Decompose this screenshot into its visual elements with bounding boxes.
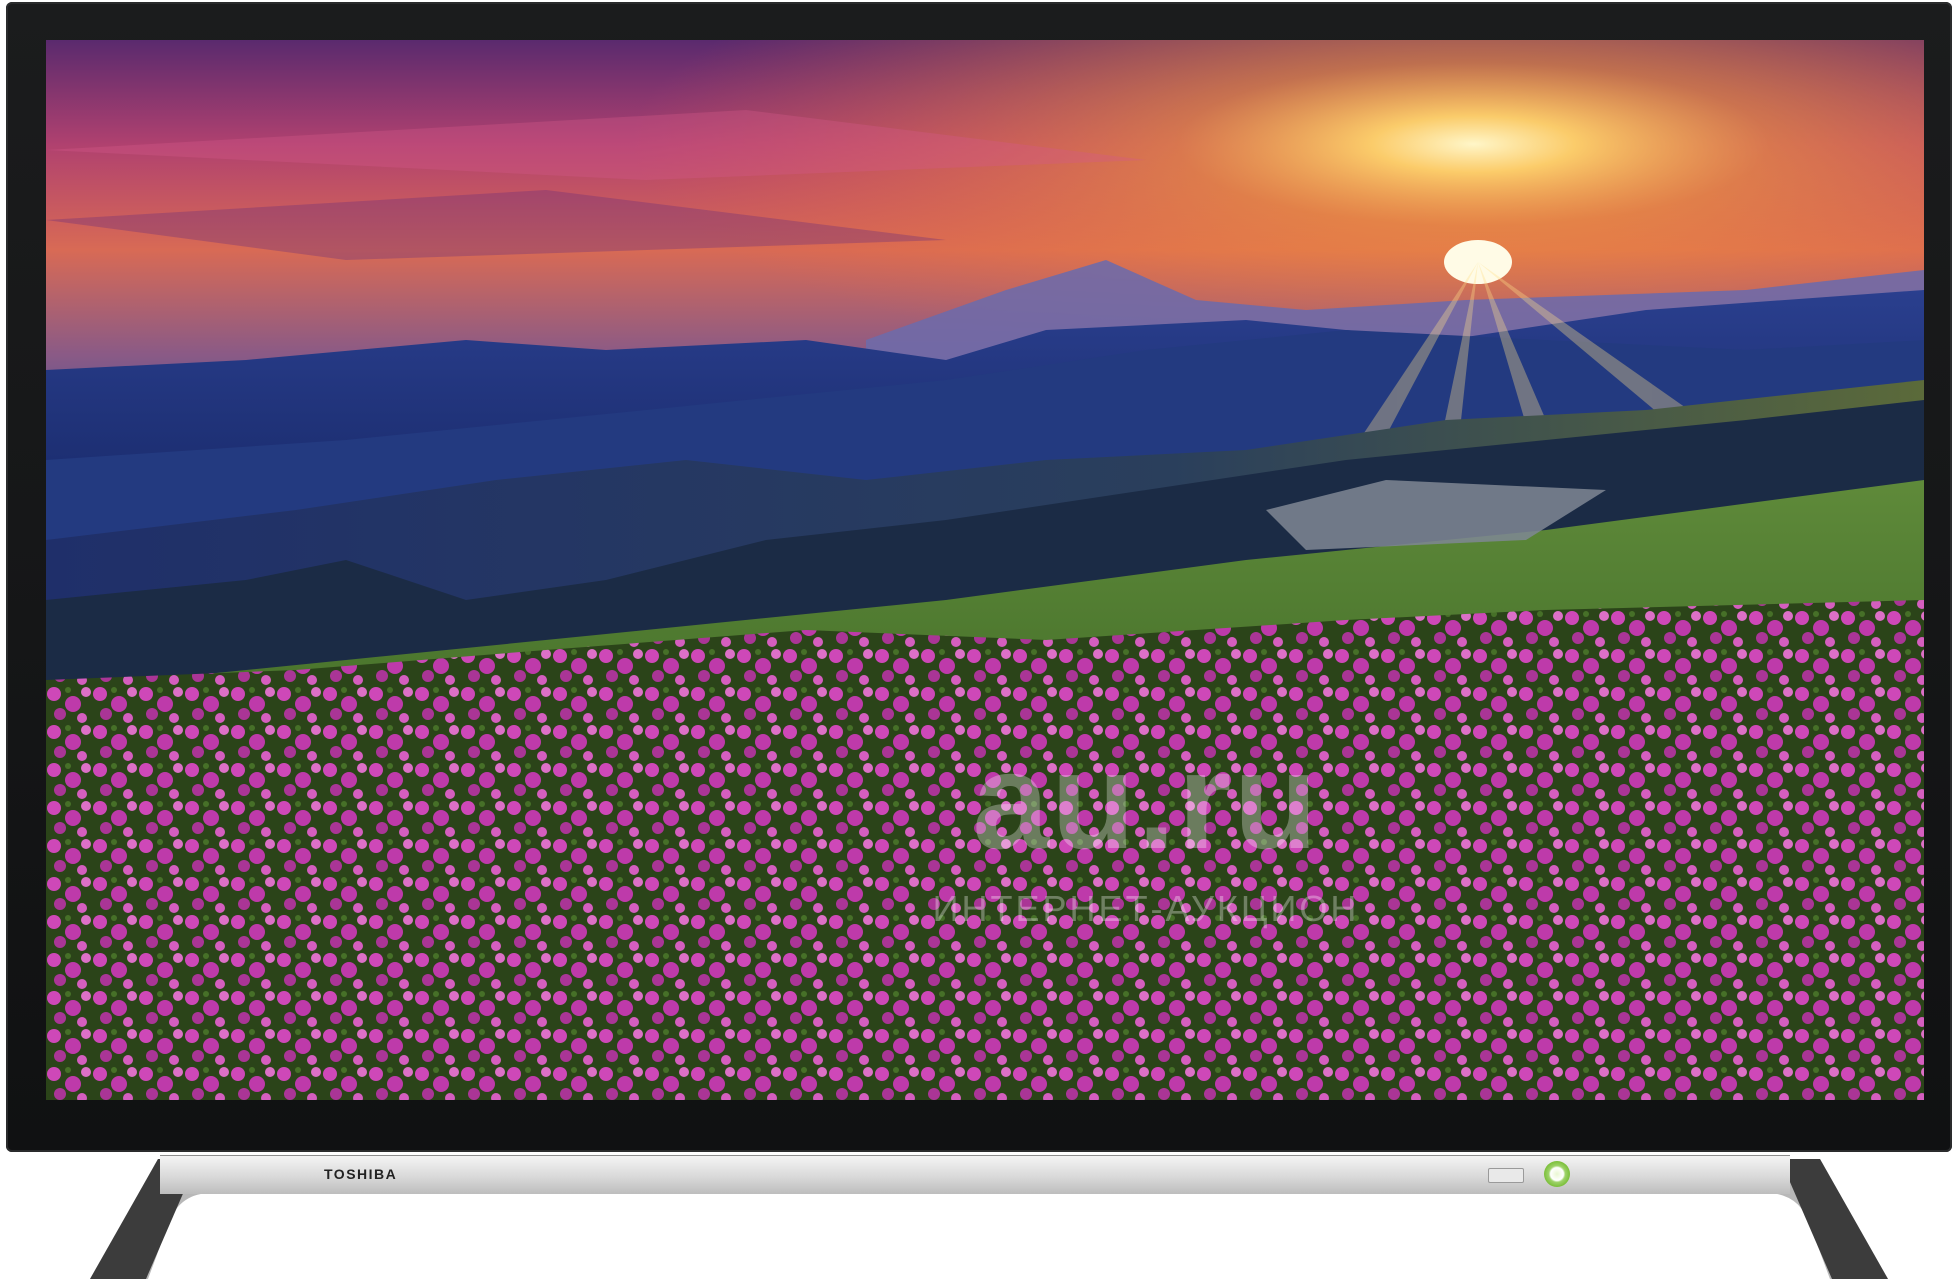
tv-screen [46,40,1924,1100]
screen-scene [46,40,1924,1100]
power-led-icon [1544,1161,1570,1187]
tv-bezel: au.ru ИНТЕРНЕТ-АУКЦИОН [6,2,1952,1152]
brand-logo: TOSHIBA [324,1166,398,1182]
ir-sensor-window [1488,1168,1524,1183]
